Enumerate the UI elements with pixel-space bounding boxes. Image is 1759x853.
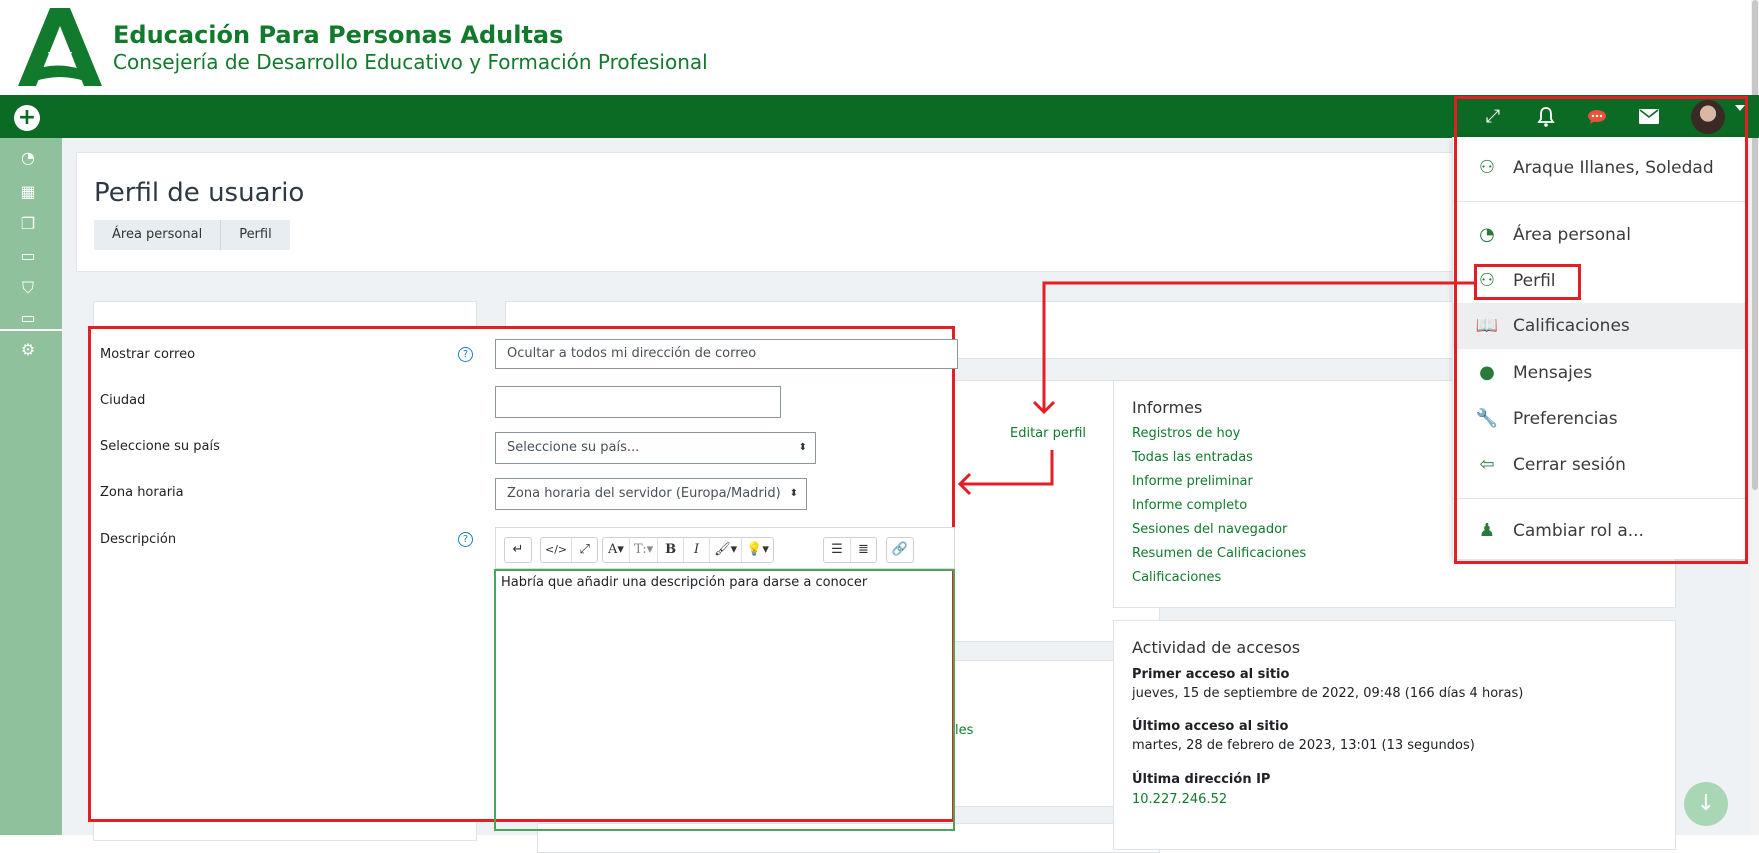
annotation-arrows <box>957 281 1474 496</box>
scroll-down-button[interactable]: ↓ <box>1684 782 1728 826</box>
